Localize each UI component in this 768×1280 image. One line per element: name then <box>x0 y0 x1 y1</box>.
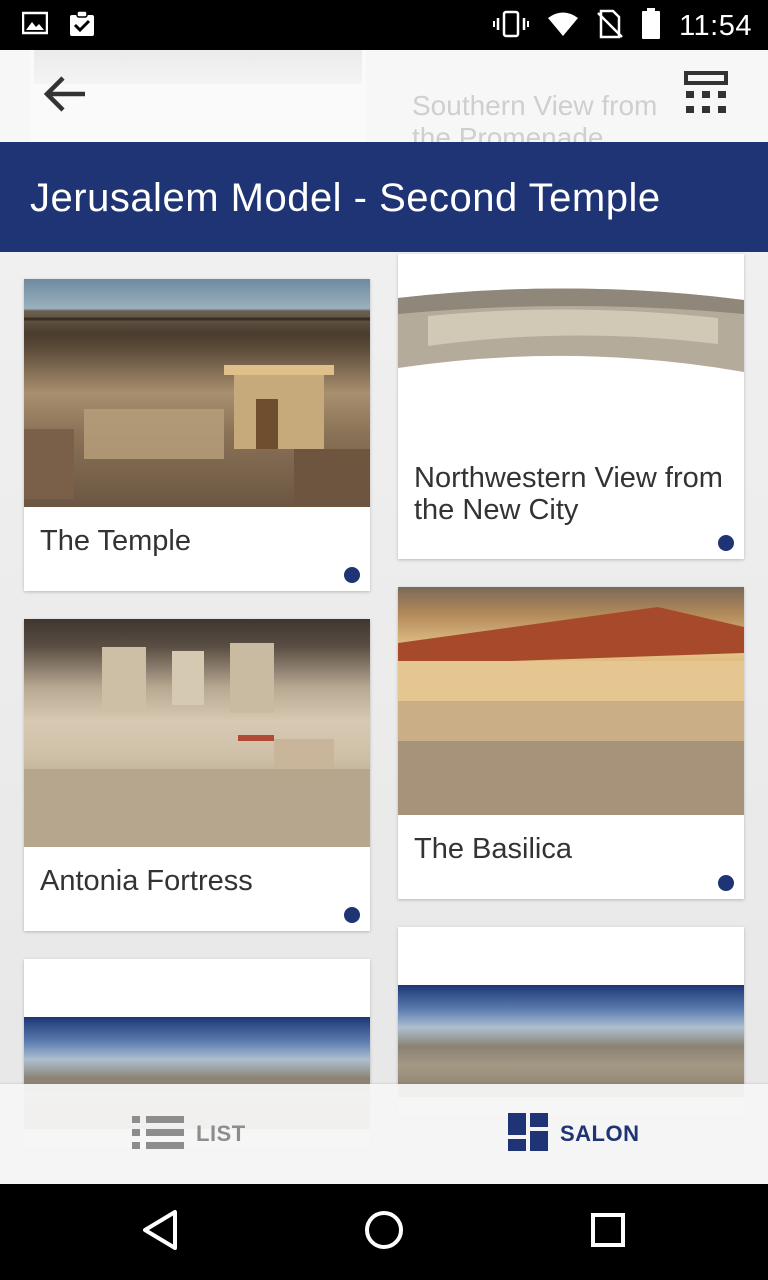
card-title: The Basilica <box>414 833 572 865</box>
no-sim-icon <box>597 9 623 44</box>
vibrate-icon <box>493 9 530 44</box>
unread-dot <box>344 567 360 583</box>
arrow-left-icon <box>41 74 87 119</box>
nav-recents-button[interactable] <box>584 1208 632 1256</box>
temple-photo <box>24 279 370 507</box>
basilica-photo <box>398 587 744 815</box>
system-nav-bar <box>0 1184 768 1280</box>
ghost-card-title: Southern View from the Promenade <box>412 90 658 142</box>
tab-salon[interactable]: SALON <box>508 1084 640 1184</box>
clipboard-check-icon <box>68 10 96 43</box>
list-icon <box>132 1114 184 1155</box>
bottom-tab-bar: LIST SALON <box>0 1084 768 1184</box>
unread-dot <box>718 875 734 891</box>
wifi-icon <box>547 11 579 42</box>
card-the-temple[interactable]: The Temple <box>24 279 370 591</box>
app-bar: Southern View from the Promenade <box>0 50 768 142</box>
battery-icon <box>641 8 661 45</box>
tab-list[interactable]: LIST <box>132 1084 246 1184</box>
page-title: Jerusalem Model - Second Temple <box>30 176 661 220</box>
fortress-photo <box>24 619 370 847</box>
card-title: The Temple <box>40 525 191 557</box>
title-band: Jerusalem Model - Second Temple <box>0 142 768 252</box>
tab-list-label: LIST <box>196 1121 246 1146</box>
card-the-basilica[interactable]: The Basilica <box>398 587 744 899</box>
status-time: 11:54 <box>679 10 752 42</box>
tab-salon-label: SALON <box>560 1121 640 1146</box>
app-screen: 11:54 Southern View from the Promenade J… <box>0 0 768 1280</box>
card-antonia-fortress[interactable]: Antonia Fortress <box>24 619 370 931</box>
panorama-photo <box>398 254 744 384</box>
nav-home-button[interactable] <box>360 1208 408 1256</box>
nav-back-button[interactable] <box>136 1208 184 1256</box>
panorama-photo <box>398 985 744 1097</box>
grid-layout-icon <box>684 70 728 122</box>
card-title: Northwestern View from the New City <box>414 462 723 526</box>
card-northwestern-view[interactable]: Northwestern View from the New City <box>398 254 744 559</box>
home-circle-icon <box>363 1209 405 1256</box>
unread-dot <box>344 907 360 923</box>
image-icon <box>21 10 49 43</box>
recents-square-icon <box>589 1211 627 1254</box>
unread-dot <box>718 535 734 551</box>
card-title: Antonia Fortress <box>40 865 253 897</box>
status-bar: 11:54 <box>0 0 768 50</box>
back-triangle-icon <box>140 1209 180 1256</box>
salon-grid-icon <box>508 1112 548 1156</box>
layout-toggle-button[interactable] <box>678 70 734 122</box>
back-button[interactable] <box>34 70 94 122</box>
